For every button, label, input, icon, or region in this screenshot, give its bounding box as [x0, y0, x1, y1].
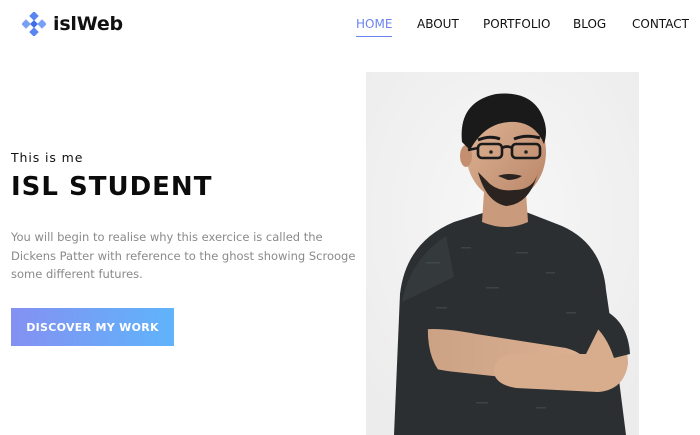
portrait-image: [366, 72, 639, 435]
hero-title: ISL STUDENT: [11, 172, 213, 202]
main-nav: HOME ABOUT PORTFOLIO BLOG CONTACT: [0, 16, 700, 40]
hero-description: You will begin to realise why this exerc…: [11, 230, 356, 281]
nav-item-home[interactable]: HOME: [356, 16, 393, 37]
nav-item-about[interactable]: ABOUT: [417, 16, 459, 32]
nav-item-label: HOME: [356, 17, 393, 31]
nav-item-contact[interactable]: CONTACT: [632, 16, 689, 32]
portrait-illustration: [366, 72, 639, 435]
active-nav-underline: [356, 36, 393, 37]
site-header: islWeb HOME ABOUT PORTFOLIO BLOG CONTACT: [0, 0, 700, 50]
nav-item-blog[interactable]: BLOG: [573, 16, 606, 32]
landing-page: islWeb HOME ABOUT PORTFOLIO BLOG CONTACT…: [0, 0, 700, 435]
hero-eyebrow: This is me: [11, 150, 84, 165]
nav-item-portfolio[interactable]: PORTFOLIO: [483, 16, 551, 32]
discover-my-work-button[interactable]: DISCOVER MY WORK: [11, 308, 174, 346]
